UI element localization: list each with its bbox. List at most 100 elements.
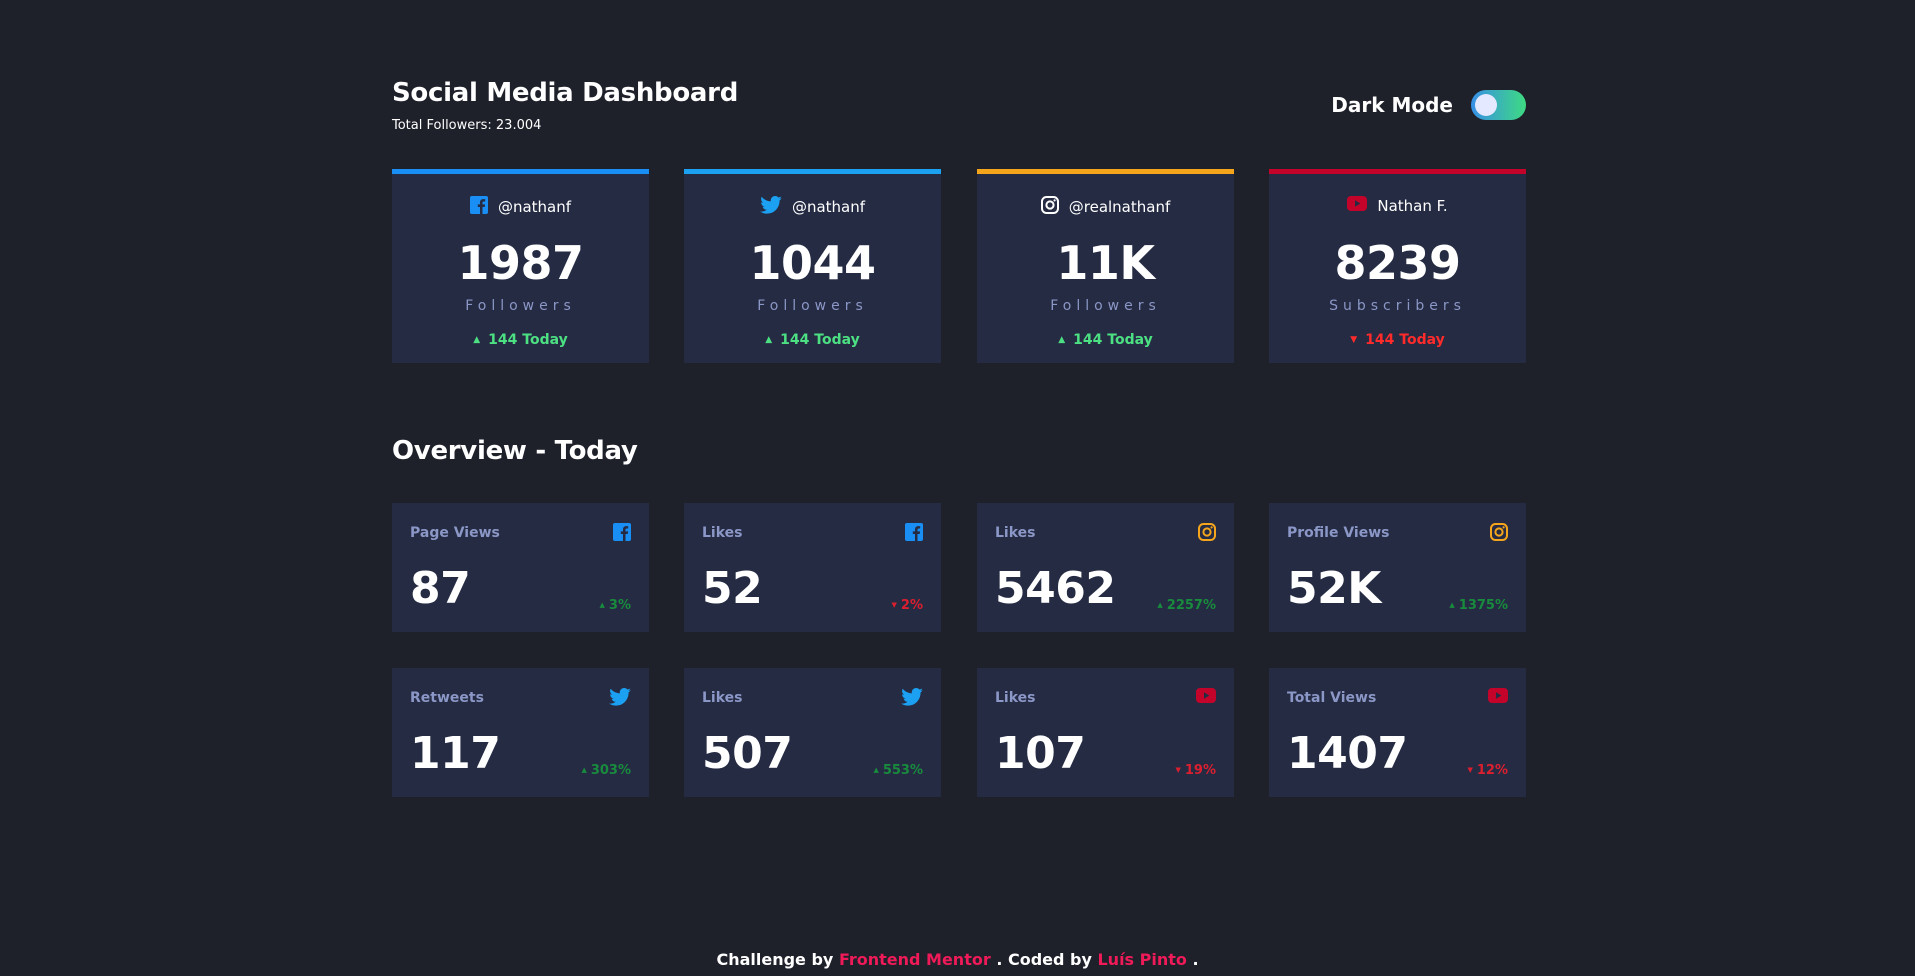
- card-handle: @nathanf: [791, 198, 866, 216]
- overview-change-text: 2%: [900, 598, 923, 613]
- youtube-icon: [1196, 688, 1216, 707]
- card-handle: @nathanf: [497, 198, 572, 216]
- twitter-icon: [609, 688, 631, 710]
- overview-change-text: 1375%: [1458, 598, 1508, 613]
- card-handle: Nathan F.: [1377, 196, 1448, 215]
- arrow-up-icon: ▲: [599, 601, 605, 609]
- youtube-icon: [1347, 196, 1377, 215]
- arrow-down-icon: ▼: [1467, 766, 1473, 774]
- overview-card-change: ▲ 553%: [873, 763, 923, 778]
- overview-card-change: ▼ 19%: [1175, 763, 1216, 778]
- header: Social Media Dashboard Total Followers: …: [392, 78, 1526, 138]
- overview-card[interactable]: Total Views 1407 ▼ 12%: [1269, 668, 1526, 797]
- overview-card[interactable]: Page Views 87 ▲ 3%: [392, 503, 649, 632]
- overview-change-text: 553%: [882, 763, 923, 778]
- follower-card-instagram[interactable]: @realnathanf 11K Followers ▲ 144 Today: [977, 169, 1234, 363]
- card-handle-row: Nathan F.: [1269, 196, 1526, 215]
- follower-cards: @nathanf 1987 Followers ▲ 144 Today @nath…: [392, 169, 1526, 363]
- instagram-icon: [1490, 523, 1508, 545]
- card-handle-row: @nathanf: [684, 196, 941, 218]
- arrow-up-icon: ▲: [473, 335, 481, 345]
- arrow-up-icon: ▲: [581, 766, 587, 774]
- overview-card[interactable]: Likes 5462 ▲ 2257%: [977, 503, 1234, 632]
- arrow-up-icon: ▲: [765, 335, 773, 345]
- overview-card-value: 1407: [1287, 728, 1408, 779]
- daily-change-text: 144 Today: [1365, 332, 1445, 348]
- follower-card-twitter[interactable]: @nathanf 1044 Followers ▲ 144 Today: [684, 169, 941, 363]
- total-followers: Total Followers: 23.004: [392, 118, 542, 133]
- overview-card-label: Page Views: [410, 525, 500, 541]
- overview-title: Overview - Today: [392, 436, 638, 466]
- overview-change-text: 3%: [608, 598, 631, 613]
- overview-change-text: 19%: [1184, 763, 1216, 778]
- dark-mode-toggle[interactable]: [1471, 90, 1526, 120]
- footer-middle: . Coded by: [996, 950, 1092, 969]
- twitter-icon: [901, 688, 923, 710]
- overview-card[interactable]: Likes 107 ▼ 19%: [977, 668, 1234, 797]
- daily-change: ▲ 144 Today: [977, 332, 1234, 348]
- overview-card-change: ▼ 2%: [892, 598, 923, 613]
- overview-card-value: 52K: [1287, 563, 1381, 614]
- card-handle: @realnathanf: [1068, 198, 1171, 216]
- overview-card-change: ▲ 303%: [581, 763, 631, 778]
- card-handle-row: @nathanf: [392, 196, 649, 218]
- facebook-icon: [613, 523, 631, 545]
- overview-card-value: 87: [410, 563, 471, 614]
- follower-label: Followers: [1050, 298, 1161, 314]
- dark-mode-toggle-group: Dark Mode: [1331, 90, 1526, 120]
- overview-card-label: Likes: [702, 690, 743, 706]
- overview-card-label: Total Views: [1287, 690, 1377, 706]
- overview-card-label: Retweets: [410, 690, 484, 706]
- overview-card[interactable]: Likes 52 ▼ 2%: [684, 503, 941, 632]
- overview-card-value: 117: [410, 728, 501, 779]
- arrow-down-icon: ▼: [1350, 335, 1358, 345]
- overview-card-value: 5462: [995, 563, 1116, 614]
- follower-count: 11K: [1056, 236, 1155, 290]
- daily-change-text: 144 Today: [780, 332, 860, 348]
- overview-card-value: 52: [702, 563, 763, 614]
- arrow-up-icon: ▲: [1449, 601, 1455, 609]
- facebook-icon: [905, 523, 923, 545]
- follower-count: 8239: [1334, 236, 1461, 290]
- overview-card-label: Likes: [995, 690, 1036, 706]
- follower-count: 1987: [457, 236, 584, 290]
- overview-card-label: Likes: [995, 525, 1036, 541]
- footer-prefix: Challenge by: [716, 950, 834, 969]
- footer-attribution: Challenge by Frontend Mentor . Coded by …: [0, 950, 1915, 969]
- arrow-down-icon: ▼: [1175, 766, 1181, 774]
- overview-card-change: ▲ 1375%: [1449, 598, 1508, 613]
- overview-card-label: Likes: [702, 525, 743, 541]
- arrow-up-icon: ▲: [873, 766, 879, 774]
- frontend-mentor-link[interactable]: Frontend Mentor: [839, 950, 991, 969]
- arrow-down-icon: ▼: [891, 601, 897, 609]
- overview-card[interactable]: Likes 507 ▲ 553%: [684, 668, 941, 797]
- overview-change-text: 2257%: [1166, 598, 1216, 613]
- daily-change: ▲ 144 Today: [684, 332, 941, 348]
- overview-card[interactable]: Retweets 117 ▲ 303%: [392, 668, 649, 797]
- daily-change: ▲ 144 Today: [392, 332, 649, 348]
- dark-mode-label: Dark Mode: [1331, 93, 1453, 117]
- overview-card-label: Profile Views: [1287, 525, 1390, 541]
- daily-change-text: 144 Today: [1073, 332, 1153, 348]
- follower-count: 1044: [749, 236, 876, 290]
- instagram-icon: [1040, 196, 1069, 218]
- overview-card-change: ▼ 12%: [1467, 763, 1508, 778]
- follower-card-facebook[interactable]: @nathanf 1987 Followers ▲ 144 Today: [392, 169, 649, 363]
- daily-change-text: 144 Today: [488, 332, 568, 348]
- overview-change-text: 12%: [1476, 763, 1508, 778]
- twitter-icon: [760, 196, 792, 218]
- follower-card-youtube[interactable]: Nathan F. 8239 Subscribers ▼ 144 Today: [1269, 169, 1526, 363]
- toggle-knob: [1475, 94, 1497, 116]
- follower-label: Followers: [757, 298, 868, 314]
- instagram-icon: [1198, 523, 1216, 545]
- footer-suffix: .: [1192, 950, 1199, 969]
- facebook-icon: [469, 196, 498, 218]
- overview-card-value: 507: [702, 728, 793, 779]
- overview-change-text: 303%: [590, 763, 631, 778]
- follower-label: Subscribers: [1329, 298, 1466, 314]
- youtube-icon: [1488, 688, 1508, 707]
- follower-label: Followers: [465, 298, 576, 314]
- author-link[interactable]: Luís Pinto: [1097, 950, 1186, 969]
- overview-card[interactable]: Profile Views 52K ▲ 1375%: [1269, 503, 1526, 632]
- overview-card-value: 107: [995, 728, 1086, 779]
